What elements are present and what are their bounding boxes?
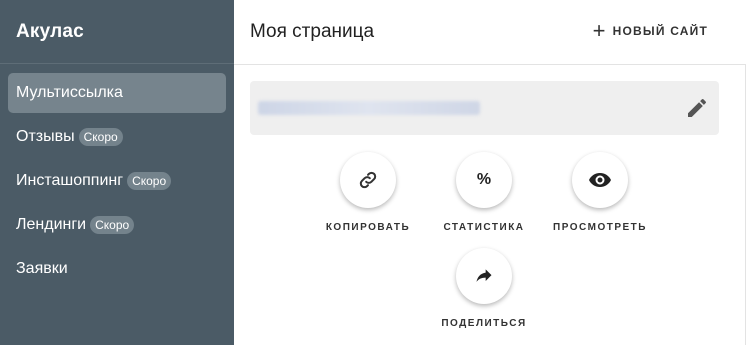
sidebar-item-reviews[interactable]: Отзывы Скоро	[8, 117, 226, 157]
percent-icon: %	[476, 171, 492, 188]
eye-icon	[589, 173, 611, 187]
sidebar-item-label: Заявки	[16, 260, 68, 277]
share-button[interactable]	[456, 248, 512, 304]
copy-button[interactable]	[340, 152, 396, 208]
sidebar-item-label: Инсташоппинг	[16, 172, 124, 189]
sidebar-item-multilink[interactable]: Мультиссылка	[8, 73, 226, 113]
share-action: ПОДЕЛИТЬСЯ	[424, 248, 544, 329]
page-header: Моя страница + НОВЫЙ САЙТ	[234, 0, 746, 65]
stats-button[interactable]: %	[456, 152, 512, 208]
page-url-field[interactable]	[250, 81, 719, 135]
view-label: ПРОСМОТРЕТЬ	[553, 222, 647, 233]
sidebar-item-instashopping[interactable]: Инсташоппинг Скоро	[8, 161, 226, 201]
sidebar-item-requests[interactable]: Заявки	[8, 249, 226, 289]
new-site-label: НОВЫЙ САЙТ	[612, 24, 708, 38]
plus-icon: +	[592, 18, 607, 43]
stats-label: СТАТИСТИКА	[443, 222, 525, 233]
sidebar-item-label: Мультиссылка	[16, 84, 123, 101]
view-button[interactable]	[572, 152, 628, 208]
link-icon	[359, 171, 377, 189]
view-action: ПРОСМОТРЕТЬ	[540, 152, 660, 233]
blurred-url	[258, 101, 480, 115]
coming-soon-badge: Скоро	[78, 128, 123, 146]
share-label: ПОДЕЛИТЬСЯ	[441, 318, 527, 329]
share-icon	[476, 269, 492, 282]
sidebar-divider	[0, 63, 234, 64]
stats-action: % СТАТИСТИКА	[424, 152, 544, 233]
sidebar-item-label: Отзывы	[16, 128, 75, 145]
main-panel: Моя страница + НОВЫЙ САЙТ КОПИРОВАТЬ % С…	[234, 0, 746, 345]
copy-action: КОПИРОВАТЬ	[308, 152, 428, 233]
page-title: Моя страница	[250, 21, 375, 42]
sidebar-nav: Мультиссылка Отзывы Скоро Инсташоппинг С…	[8, 73, 226, 293]
sidebar-item-label: Лендинги	[16, 216, 87, 233]
sidebar: Акулас Мультиссылка Отзывы Скоро Инсташо…	[0, 0, 234, 345]
edit-icon[interactable]	[685, 96, 709, 120]
copy-label: КОПИРОВАТЬ	[325, 222, 411, 233]
new-site-button[interactable]: + НОВЫЙ САЙТ	[592, 18, 708, 43]
sidebar-item-landings[interactable]: Лендинги Скоро	[8, 205, 226, 245]
brand-logo[interactable]: Акулас	[16, 21, 84, 43]
coming-soon-badge: Скоро	[90, 216, 135, 234]
coming-soon-badge: Скоро	[127, 172, 172, 190]
